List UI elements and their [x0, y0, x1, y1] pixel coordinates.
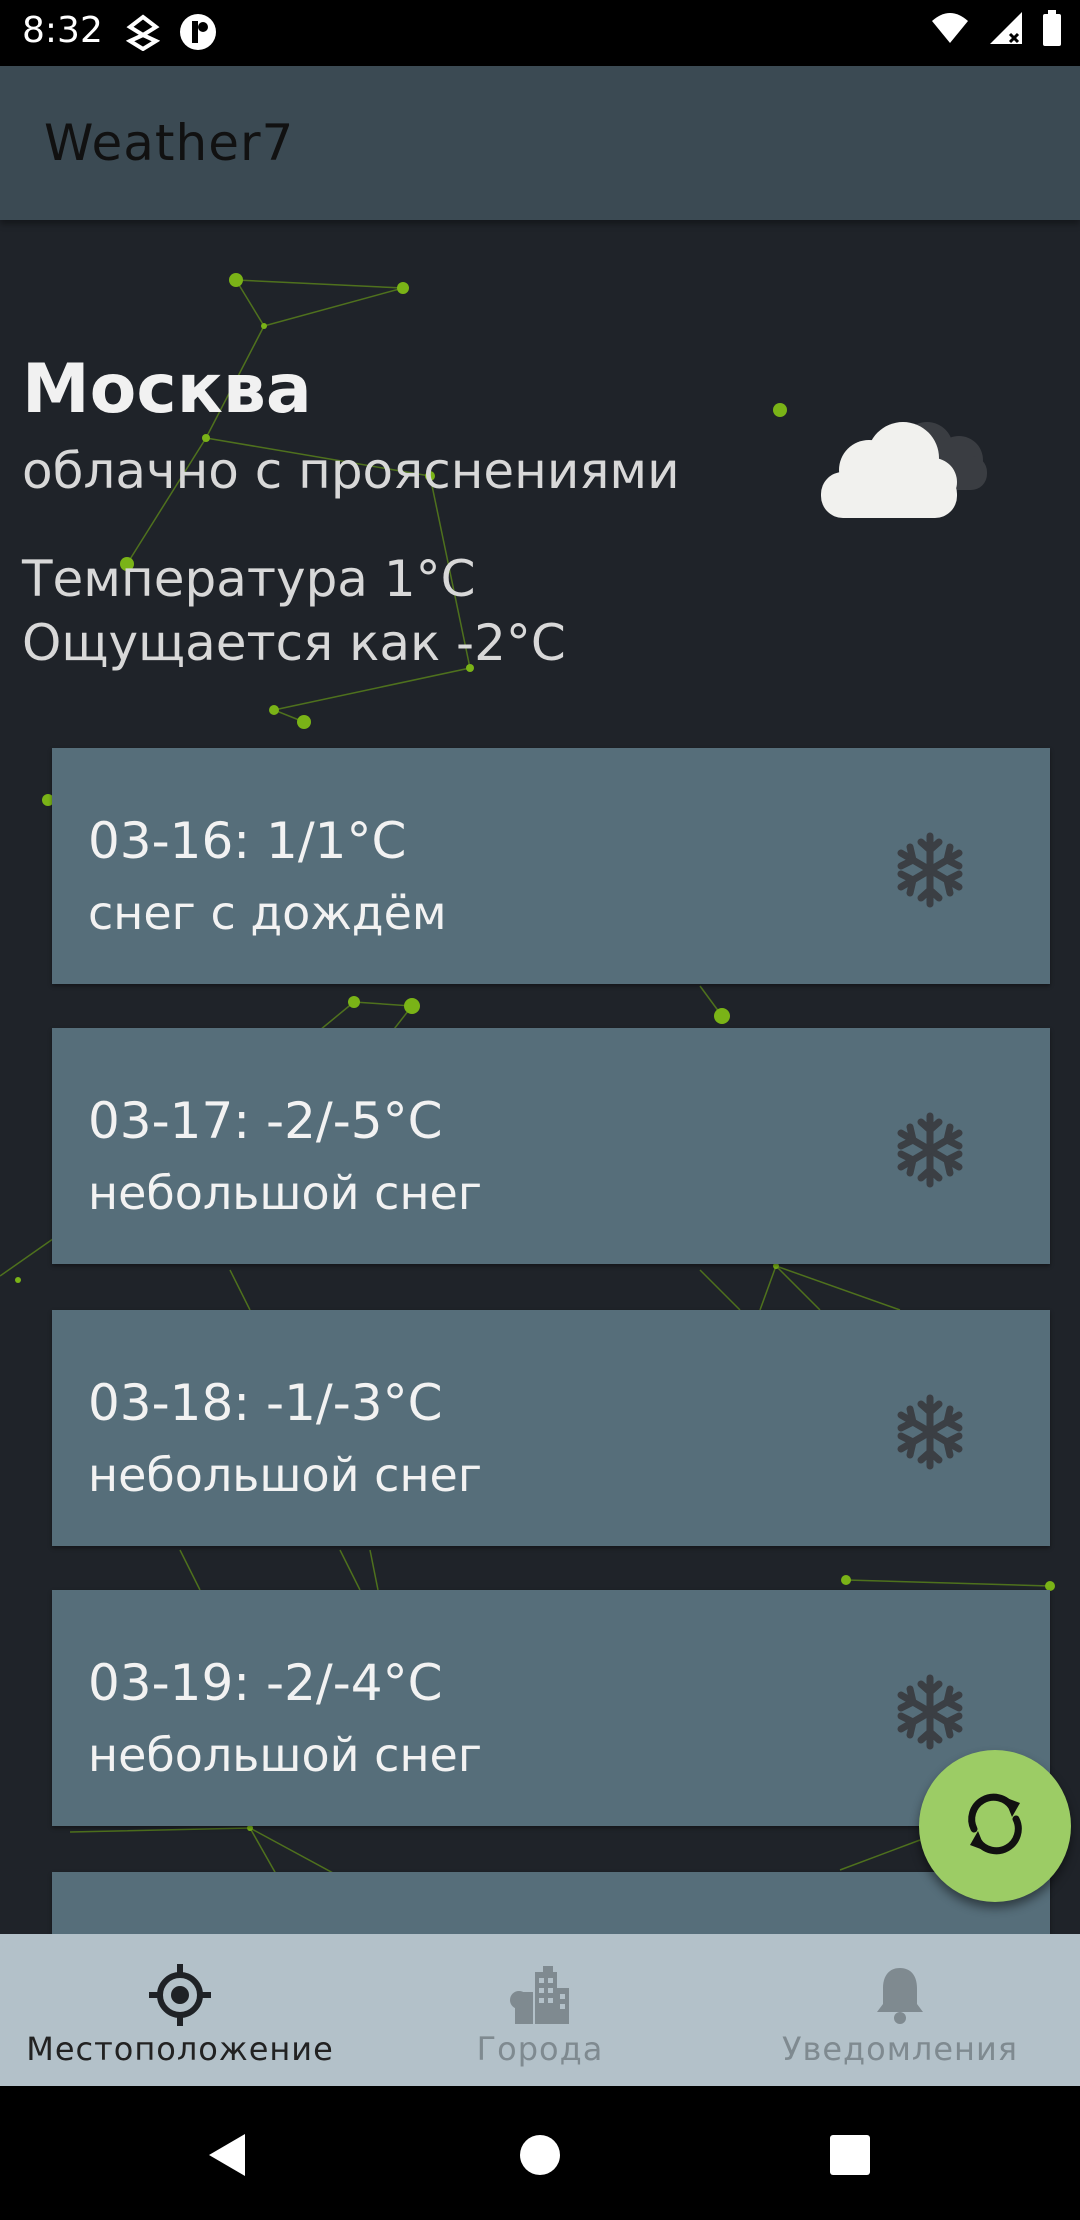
- signal-icon: [988, 10, 1024, 50]
- wifi-icon: [930, 11, 970, 49]
- app-title: Weather7: [44, 114, 295, 172]
- forecast-description: небольшой снег: [88, 1728, 482, 1782]
- forecast-date-temp: 03-18: -1/-3°C: [88, 1374, 443, 1432]
- snowflake-icon: [890, 1110, 970, 1194]
- bottom-navigation: Местоположение Города Уведомления: [0, 1934, 1080, 2086]
- nav-label-location: Местоположение: [26, 2030, 334, 2068]
- city-icon: [507, 1962, 573, 2032]
- app-bar: Weather7: [0, 66, 1080, 220]
- nav-item-notifications[interactable]: Уведомления: [720, 1934, 1080, 2086]
- feels-like-temperature: Ощущается как -2°C: [22, 614, 566, 672]
- main-content[interactable]: Москва облачно с прояснениями Температур…: [0, 220, 1080, 1934]
- snowflake-icon: [890, 830, 970, 914]
- forecast-date-temp: 03-17: -2/-5°C: [88, 1092, 443, 1150]
- forecast-description: небольшой снег: [88, 1448, 482, 1502]
- status-time: 8:32: [22, 10, 103, 51]
- location-target-icon: [147, 1962, 213, 2032]
- current-temperature: Температура 1°C: [22, 550, 476, 608]
- notification-app-icon-2: [178, 12, 218, 56]
- cloud-icon: [815, 406, 1005, 530]
- forecast-date-temp: 03-19: -2/-4°C: [88, 1654, 443, 1712]
- nav-item-cities[interactable]: Города: [360, 1934, 720, 2086]
- forecast-card[interactable]: 03-16: 1/1°C снег с дождём: [52, 748, 1050, 984]
- snowflake-icon: [890, 1672, 970, 1756]
- nav-label-notifications: Уведомления: [782, 2030, 1018, 2068]
- forecast-card[interactable]: 03-17: -2/-5°C небольшой снег: [52, 1028, 1050, 1264]
- refresh-button[interactable]: [919, 1750, 1071, 1902]
- forecast-date-temp: 03-16: 1/1°C: [88, 812, 407, 870]
- city-name: Москва: [22, 350, 312, 429]
- snowflake-icon: [890, 1392, 970, 1476]
- notification-app-icon: [125, 13, 161, 55]
- status-bar: 8:32: [0, 0, 1080, 66]
- home-icon[interactable]: [519, 2134, 561, 2180]
- nav-label-cities: Города: [476, 2030, 604, 2068]
- system-navigation-bar: [0, 2086, 1080, 2220]
- nav-item-location[interactable]: Местоположение: [0, 1934, 360, 2086]
- back-icon[interactable]: [205, 2132, 249, 2182]
- weather-description: облачно с прояснениями: [22, 442, 680, 500]
- forecast-card[interactable]: 03-18: -1/-3°C небольшой снег: [52, 1310, 1050, 1546]
- bell-icon: [867, 1962, 933, 2032]
- forecast-description: небольшой снег: [88, 1166, 482, 1220]
- forecast-card-partial[interactable]: [52, 1872, 1050, 1934]
- forecast-card[interactable]: 03-19: -2/-4°C небольшой снег: [52, 1590, 1050, 1826]
- recents-icon[interactable]: [829, 2134, 871, 2180]
- forecast-description: снег с дождём: [88, 886, 447, 940]
- refresh-icon: [960, 1789, 1030, 1863]
- battery-icon: [1042, 10, 1062, 50]
